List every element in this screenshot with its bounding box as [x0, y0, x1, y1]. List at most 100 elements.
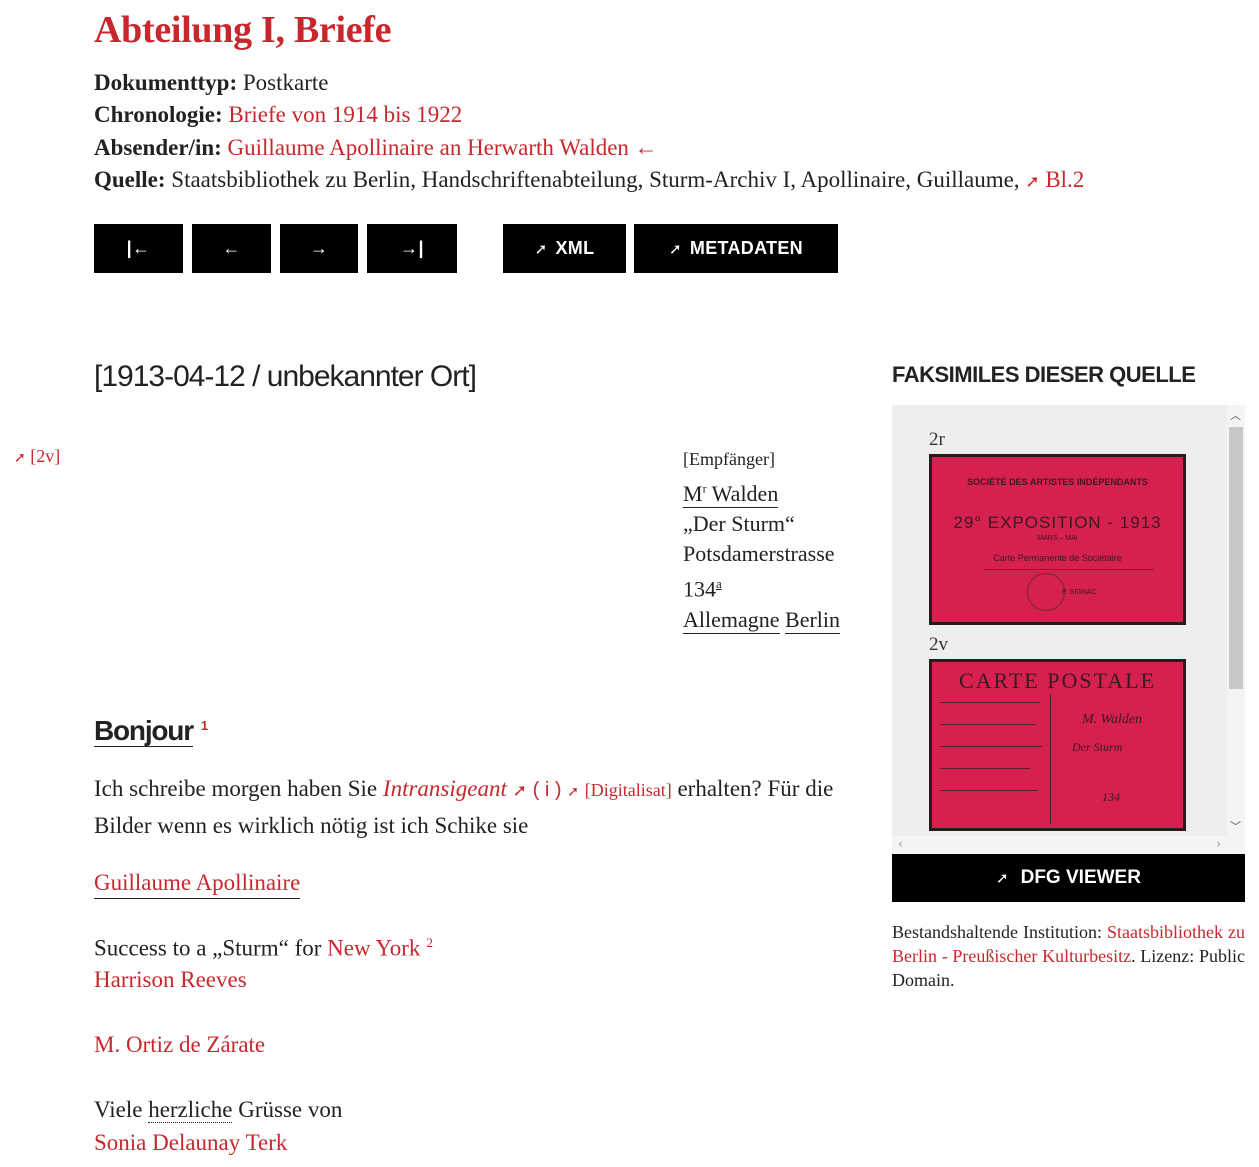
- external-link-icon: ➚: [1025, 172, 1040, 192]
- card-2r-line1: SOCIÉTÉ DES ARTISTES INDÉPENDANTS: [967, 477, 1148, 487]
- first-label: |←: [126, 238, 151, 258]
- meta-chronology: Chronologie: Briefe von 1914 bis 1922: [94, 102, 462, 128]
- horizontal-scrollbar[interactable]: ‹ ›: [892, 836, 1227, 854]
- external-link-icon: ➚: [567, 784, 579, 800]
- letter-paragraph: Ich schreibe morgen haben Sie Intransige…: [94, 772, 834, 843]
- signature-zarate[interactable]: M. Ortiz de Zárate: [94, 1032, 265, 1057]
- recipient-name[interactable]: Mr Walden: [683, 481, 779, 509]
- next-label: →: [309, 238, 329, 258]
- card-2r-line4: Carte Permanente de Sociétaire: [993, 553, 1122, 563]
- previous-label: ←: [222, 238, 241, 258]
- metadata-button[interactable]: ➚ METADATEN: [634, 224, 838, 273]
- house-number: 134: [683, 576, 716, 602]
- metadata-label: METADATEN: [689, 238, 803, 258]
- previous-letter-button[interactable]: ←: [192, 224, 271, 273]
- closing-text-before: Viele: [94, 1097, 143, 1122]
- card-2v-scribble: [940, 746, 1042, 747]
- card-2v-scribble: [940, 724, 1036, 725]
- intransigeant-link[interactable]: Intransigeant: [383, 776, 507, 801]
- card-2v-line4: 134: [1102, 790, 1120, 804]
- facsimile-label-2v: 2v: [929, 634, 948, 655]
- card-2v-line2: M. Walden: [1082, 712, 1143, 727]
- signature-reeves[interactable]: Harrison Reeves: [94, 967, 247, 992]
- next-letter-button[interactable]: →: [280, 224, 358, 273]
- digitalisat-link[interactable]: ➚ [Digitalisat]: [567, 776, 671, 801]
- signature-line-2: Harrison Reeves: [94, 967, 247, 993]
- name-value: Walden: [711, 481, 779, 507]
- scroll-down-icon[interactable]: ﹀: [1230, 818, 1241, 834]
- greeting: Bonjour 1: [94, 715, 208, 747]
- signature-line-4: Sonia Delaunay Terk: [94, 1130, 287, 1156]
- xml-button[interactable]: ➚ XML: [503, 224, 626, 273]
- info-link[interactable]: ➚ ( i ): [513, 776, 562, 801]
- card-2v-scribble: [940, 768, 1030, 769]
- address-name: Mr Walden: [683, 474, 840, 509]
- info-label: ( i ): [532, 779, 562, 801]
- para1-text-before: Ich schreibe morgen haben Sie: [94, 776, 378, 801]
- source-folio-label: Bl.2: [1045, 167, 1085, 192]
- signature-line-1: Guillaume Apollinaire: [94, 870, 301, 899]
- address-line4: 134a: [683, 569, 840, 604]
- footnote-1[interactable]: 1: [201, 718, 208, 733]
- address-block: [Empfänger] Mr Walden „Der Sturm“ Potsda…: [683, 444, 841, 635]
- scrollbar-thumb[interactable]: [1229, 427, 1243, 689]
- page-ref-link[interactable]: ➚ [2v]: [14, 446, 60, 467]
- name-prefix: M: [683, 481, 703, 507]
- card-2v-scribble: [940, 702, 1040, 703]
- scroll-right-icon[interactable]: ›: [1216, 837, 1221, 851]
- vertical-scrollbar[interactable]: ︿ ﹀: [1227, 405, 1245, 854]
- card-2v-divider: [1050, 694, 1051, 824]
- intransigeant-label: Intransigeant: [382, 776, 507, 801]
- house-number-sup: a: [716, 576, 722, 592]
- card-2r-line3: MARS – MAI: [1037, 535, 1078, 542]
- card-2r-line2: 29° EXPOSITION - 1913: [953, 513, 1162, 532]
- signature-delaunay[interactable]: Sonia Delaunay Terk: [94, 1130, 287, 1155]
- city-link[interactable]: Berlin: [785, 606, 841, 634]
- external-link-icon: ➚: [512, 781, 527, 801]
- meta-doctype: Dokumenttyp: Postkarte: [94, 70, 328, 96]
- last-letter-button[interactable]: →|: [367, 224, 457, 273]
- address-line3: Potsdamerstrasse: [683, 541, 835, 567]
- facsimile-heading: FAKSIMILES DIESER QUELLE: [892, 362, 1196, 387]
- scroll-up-icon[interactable]: ︿: [1230, 407, 1241, 423]
- country-link[interactable]: Allemagne: [683, 606, 780, 634]
- first-letter-button[interactable]: |←: [94, 224, 183, 273]
- success-text: Success to a „Sturm“ for: [94, 935, 322, 961]
- sender-label: Absender/in:: [94, 135, 222, 160]
- closing-annotated-word[interactable]: herzliche: [148, 1097, 233, 1123]
- recipient-label: [Empfänger]: [683, 449, 775, 469]
- page-ref-label: [2v]: [30, 446, 61, 466]
- letter-date: [1913-04-12 / unbekannter Ort]: [94, 360, 477, 393]
- new-york-link[interactable]: New York: [327, 936, 420, 961]
- dfg-viewer-button[interactable]: ➚ DFG VIEWER: [892, 854, 1245, 902]
- closing-text-after: Grüsse von: [238, 1097, 343, 1122]
- page-title: Abteilung I, Briefe: [94, 9, 392, 51]
- external-link-icon: ➚: [14, 450, 26, 466]
- signature-apollinaire[interactable]: Guillaume Apollinaire: [94, 870, 301, 899]
- chronology-link[interactable]: Briefe von 1914 bis 1922: [228, 102, 462, 127]
- success-line: Success to a „Sturm“ for New York 2: [94, 935, 433, 962]
- facsimile-panel[interactable]: 2r SOCIÉTÉ DES ARTISTES INDÉPENDANTS 29°…: [892, 405, 1245, 854]
- address-line2: „Der Sturm“: [683, 511, 795, 537]
- card-2v-line1: CARTE POSTALE: [958, 668, 1157, 693]
- source-folio-link[interactable]: ➚ Bl.2: [1025, 167, 1084, 192]
- digitalisat-label: [Digitalisat]: [584, 780, 672, 800]
- external-link-icon: ➚: [669, 239, 682, 258]
- closing-line: Viele herzliche Grüsse von: [94, 1097, 342, 1123]
- footnote-2[interactable]: 2: [426, 935, 433, 950]
- institution-info: Bestandshaltende Institution: Staatsbibl…: [892, 920, 1245, 992]
- source-label: Quelle:: [94, 167, 166, 192]
- facsimile-image-2v[interactable]: CARTE POSTALE M. Walden Der Sturm 134: [929, 659, 1186, 831]
- last-label: →|: [400, 238, 424, 258]
- address-line5: Allemagne Berlin: [683, 605, 841, 635]
- facsimile-image-2r[interactable]: SOCIÉTÉ DES ARTISTES INDÉPENDANTS 29° EX…: [929, 454, 1186, 625]
- source-value: Staatsbibliothek zu Berlin, Handschrifte…: [171, 167, 1020, 192]
- institution-label: Bestandshaltende Institution:: [892, 922, 1102, 942]
- sender-link[interactable]: Guillaume Apollinaire an Herwarth Walden…: [228, 135, 658, 160]
- external-link-icon: ➚: [534, 239, 548, 258]
- doctype-label: Dokumenttyp:: [94, 70, 238, 95]
- card-2r-line5: P. SIGNAC: [1062, 589, 1097, 596]
- scroll-left-icon[interactable]: ‹: [898, 837, 903, 851]
- facsimile-label-2r: 2r: [929, 429, 945, 450]
- greeting-word[interactable]: Bonjour: [94, 715, 194, 747]
